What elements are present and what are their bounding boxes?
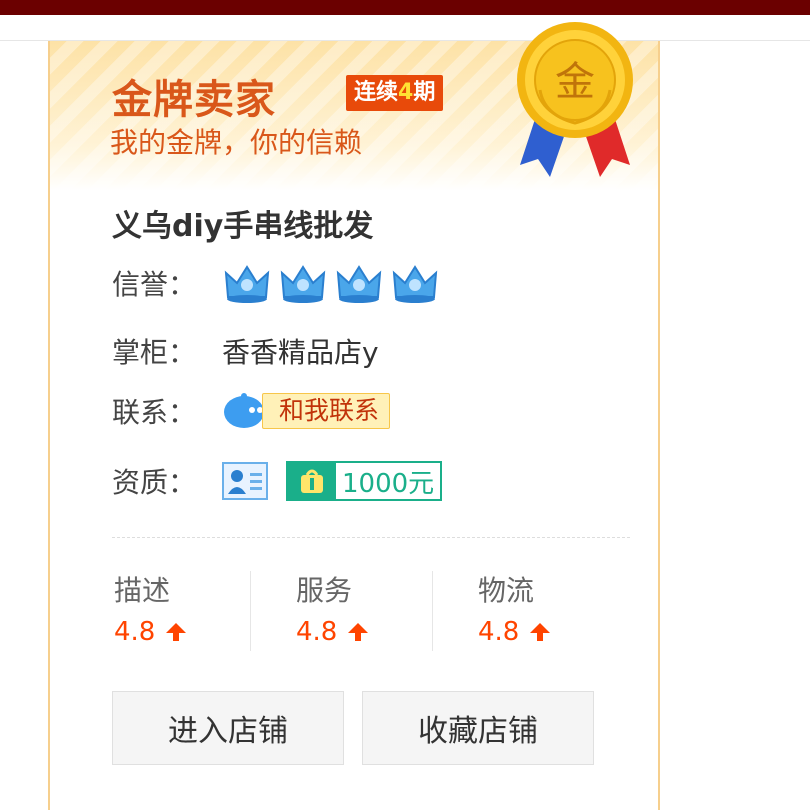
gold-medal-icon: 金 — [517, 22, 633, 177]
favorite-shop-button[interactable]: 收藏店铺 — [362, 691, 594, 765]
keeper-label: 掌柜： — [112, 336, 197, 369]
deposit-bag-icon — [288, 463, 336, 499]
card-header: 金牌卖家 连续4期 我的金牌，你的信赖 金 — [50, 22, 658, 191]
crown-icon — [280, 265, 326, 303]
contact-me-button[interactable]: 和我联系 — [222, 392, 391, 430]
arrow-up-icon — [348, 623, 369, 641]
credit-crowns[interactable] — [222, 261, 440, 305]
qualification-row: 资质： 1000元 — [112, 459, 443, 503]
score-value: 4.8 — [296, 617, 338, 647]
score-service: 服务 4.8 — [296, 569, 446, 647]
deposit-amount: 1000元 — [342, 468, 435, 499]
credit-row: 信誉： — [112, 261, 440, 305]
contact-me-label: 和我联系 — [262, 393, 391, 429]
section-divider — [112, 537, 630, 538]
enter-shop-button[interactable]: 进入店铺 — [112, 691, 344, 765]
crown-icon — [224, 265, 270, 303]
gold-seller-card: 金牌卖家 连续4期 我的金牌，你的信赖 金 义乌diy手串线批发 信誉： 掌柜：… — [48, 22, 660, 810]
keeper-name[interactable]: 香香精品店y — [222, 331, 379, 371]
score-label: 物流 — [478, 574, 535, 607]
deposit-badge[interactable]: 1000元 — [286, 461, 443, 501]
gold-seller-title: 金牌卖家 — [112, 77, 276, 123]
contact-label: 联系： — [112, 396, 197, 429]
arrow-up-icon — [166, 623, 187, 641]
qualification-label: 资质： — [112, 466, 197, 499]
score-separator — [250, 571, 251, 651]
arrow-up-icon — [530, 623, 551, 641]
score-description: 描述 4.8 — [114, 569, 264, 647]
score-logistics: 物流 4.8 — [478, 569, 628, 647]
top-nav-bar — [0, 0, 810, 15]
periods-prefix: 连续 — [354, 80, 399, 105]
credit-label: 信誉： — [112, 268, 197, 301]
contact-row: 联系： 和我联系 — [112, 389, 391, 433]
keeper-row: 掌柜： 香香精品店y — [112, 329, 379, 373]
score-separator — [432, 571, 433, 651]
periods-number: 4 — [398, 80, 414, 105]
shop-name[interactable]: 义乌diy手串线批发 — [112, 201, 373, 245]
score-label: 服务 — [296, 574, 353, 607]
crown-icon — [336, 265, 382, 303]
score-label: 描述 — [114, 574, 171, 607]
gold-seller-slogan: 我的金牌，你的信赖 — [110, 126, 363, 159]
id-card-icon[interactable] — [222, 462, 268, 500]
consecutive-periods-badge: 连续4期 — [346, 75, 444, 111]
score-value: 4.8 — [478, 617, 520, 647]
medal-char: 金 — [555, 59, 595, 105]
crown-icon — [392, 265, 438, 303]
score-value: 4.8 — [114, 617, 156, 647]
periods-suffix: 期 — [413, 80, 436, 105]
